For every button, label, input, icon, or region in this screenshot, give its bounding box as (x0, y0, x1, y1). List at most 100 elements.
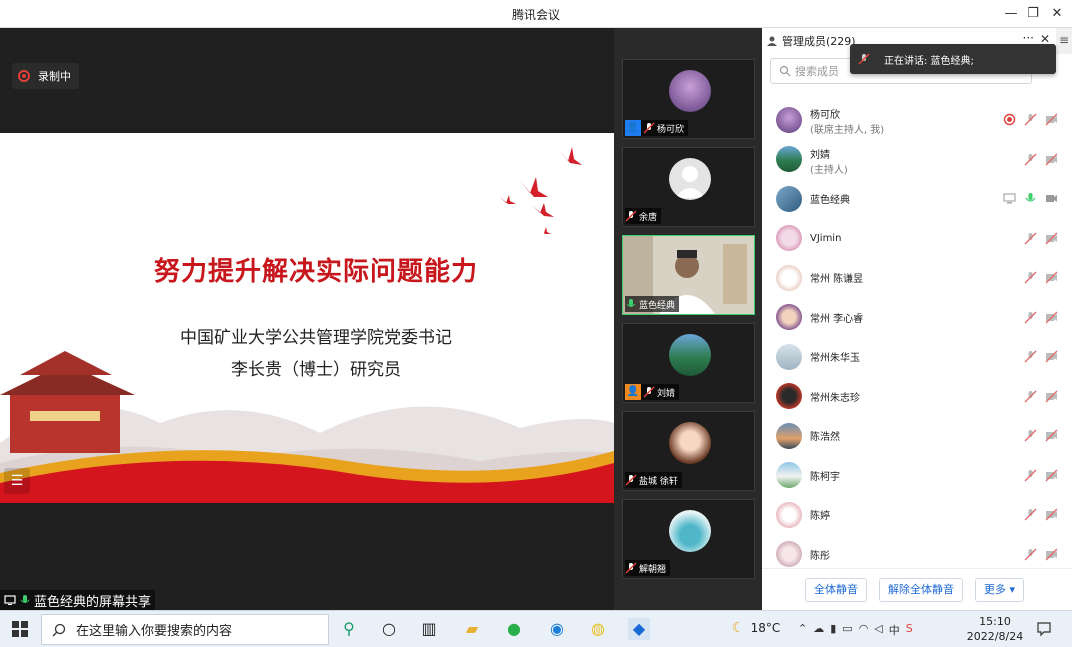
mic-muted-icon[interactable] (1024, 548, 1037, 561)
avatar (776, 501, 802, 528)
presentation-slide: 努力提升解决实际问题能力 中国矿业大学公共管理学院党委书记 李长贵（博士）研究员 (0, 133, 614, 503)
tencent-meeting-icon[interactable]: ◆ (628, 618, 650, 640)
restore-button[interactable]: ❐ (1022, 4, 1044, 24)
moon-icon: ☾ (732, 620, 745, 636)
cortana-icon[interactable]: ○ (378, 618, 400, 640)
display-icon[interactable]: ▭ (842, 622, 852, 638)
camera-off-icon[interactable] (1045, 469, 1058, 482)
camera-off-icon[interactable] (1045, 350, 1058, 363)
member-name: 蓝色经典 (810, 195, 850, 207)
host-user-icon: 👤 (625, 384, 641, 400)
mic-muted-icon[interactable] (1024, 271, 1037, 284)
avatar (776, 304, 802, 331)
mic-muted-icon[interactable] (1024, 508, 1037, 521)
weather-widget[interactable]: ☾ 18°C (732, 620, 780, 636)
date: 2022/8/24 (966, 630, 1024, 643)
camera-off-icon[interactable] (1045, 390, 1058, 403)
tile-nameplate: 盐城 徐轩 (625, 472, 682, 488)
file-explorer-icon[interactable]: ▰ (461, 618, 483, 640)
screen-share-label: 蓝色经典的屏幕共享 (0, 590, 156, 610)
mic-muted-icon[interactable] (1024, 153, 1037, 166)
avatar (776, 185, 802, 212)
avatar (776, 462, 802, 489)
wechat-icon[interactable]: ● (503, 618, 525, 640)
mic-muted-icon[interactable] (1024, 390, 1037, 403)
camera-off-icon[interactable] (1045, 153, 1058, 166)
close-button[interactable]: ✕ (1046, 4, 1068, 24)
mic-muted-icon[interactable] (1024, 113, 1037, 126)
volume-icon[interactable]: ◁ (874, 622, 882, 638)
camera-off-icon[interactable] (1045, 113, 1058, 126)
video-tile[interactable]: 👤 杨可欣 (622, 59, 755, 139)
video-tile[interactable]: 盐城 徐轩 (622, 411, 755, 491)
app-icon[interactable]: ◍ (587, 618, 609, 640)
mic-muted-icon[interactable] (1024, 232, 1037, 245)
camera-off-icon[interactable] (1045, 232, 1058, 245)
minimize-button[interactable]: — (1000, 4, 1022, 24)
member-role: (联席主持人, 我) (810, 125, 885, 136)
wifi-icon[interactable]: ◠ (859, 622, 869, 638)
list-item[interactable]: 常州朱华玉 (762, 337, 1072, 377)
slide-title: 努力提升解决实际问题能力 (153, 257, 478, 287)
more-options-icon[interactable]: ··· (1023, 31, 1034, 45)
mic-muted-icon[interactable] (1024, 429, 1037, 442)
edge-browser-icon[interactable]: ◉ (546, 618, 568, 640)
mic-on-icon[interactable] (1024, 192, 1037, 205)
avatar (776, 541, 802, 568)
camera-off-icon[interactable] (1045, 548, 1058, 561)
list-item[interactable]: 陈柯宇 (762, 456, 1072, 496)
ime-indicator[interactable]: 中 (889, 622, 900, 638)
clock[interactable]: 15:10 2022/8/24 (964, 614, 1026, 644)
notification-icon[interactable] (1036, 621, 1052, 637)
panel-side-toggle[interactable]: ≡ (1056, 28, 1072, 54)
camera-off-icon[interactable] (1045, 508, 1058, 521)
tile-name: 蓝色经典 (639, 300, 676, 311)
mic-muted-icon[interactable] (1024, 469, 1037, 482)
camera-on-icon[interactable] (1045, 192, 1058, 205)
mic-on-icon (626, 299, 636, 307)
more-button[interactable]: 更多 ▾ (975, 577, 1025, 602)
list-item[interactable]: 陈浩然 (762, 416, 1072, 456)
screen-icon (4, 595, 16, 605)
list-item[interactable]: 常州 李心睿 (762, 298, 1072, 338)
cloud-icon[interactable]: ☁ (813, 622, 824, 638)
unmute-all-button[interactable]: 解除全体静音 (879, 577, 963, 602)
video-tile[interactable]: 解朝翘 (622, 499, 755, 579)
mute-all-button[interactable]: 全体静音 (805, 577, 867, 602)
members-icon (767, 36, 777, 46)
avatar (776, 264, 802, 291)
camera-off-icon[interactable] (1045, 429, 1058, 442)
recording-indicator[interactable]: 录制中 (12, 63, 79, 89)
mic-muted-icon[interactable] (1024, 350, 1037, 363)
taskbar-search-text: 在这里输入你要搜索的内容 (76, 624, 233, 639)
temperature: 18°C (750, 621, 781, 635)
search-app-icon[interactable]: ⚲ (338, 618, 360, 640)
list-item[interactable]: 常州 陈谦昱 (762, 258, 1072, 298)
list-item[interactable]: 常州朱志珍 (762, 377, 1072, 417)
mic-muted-icon[interactable] (1024, 311, 1037, 324)
time: 15:10 (979, 615, 1011, 628)
taskbar-search-input[interactable]: 在这里输入你要搜索的内容 (41, 614, 329, 645)
tile-nameplate: 蓝色经典 (625, 296, 680, 312)
list-item[interactable]: 陈婷 (762, 495, 1072, 535)
recording-label: 录制中 (38, 70, 71, 83)
video-tile[interactable]: 👤 刘婧 (622, 323, 755, 403)
avatar (776, 225, 802, 252)
battery-icon[interactable]: ▮ (830, 622, 836, 638)
video-tile-active[interactable]: 蓝色经典 (622, 235, 755, 315)
tile-nameplate: 余唐 (625, 208, 662, 224)
list-item[interactable]: 蓝色经典 (762, 179, 1072, 219)
task-view-icon[interactable]: ▥ (418, 618, 440, 640)
chevron-up-icon[interactable]: ⌃ (798, 622, 807, 638)
input-method-icon[interactable]: S (906, 622, 913, 638)
windows-start-icon[interactable] (12, 621, 28, 637)
list-item[interactable]: 刘婧 (主持人) (762, 140, 1072, 180)
member-name: 常州朱华玉 (810, 353, 860, 365)
member-name: 常州 陈谦昱 (810, 274, 864, 286)
camera-off-icon[interactable] (1045, 271, 1058, 284)
video-tile[interactable]: 余唐 (622, 147, 755, 227)
camera-off-icon[interactable] (1045, 311, 1058, 324)
list-item[interactable]: 杨可欣 (联席主持人, 我) (762, 100, 1072, 140)
list-menu-icon[interactable]: ☰ (4, 468, 30, 494)
list-item[interactable]: VJimin (762, 219, 1072, 259)
